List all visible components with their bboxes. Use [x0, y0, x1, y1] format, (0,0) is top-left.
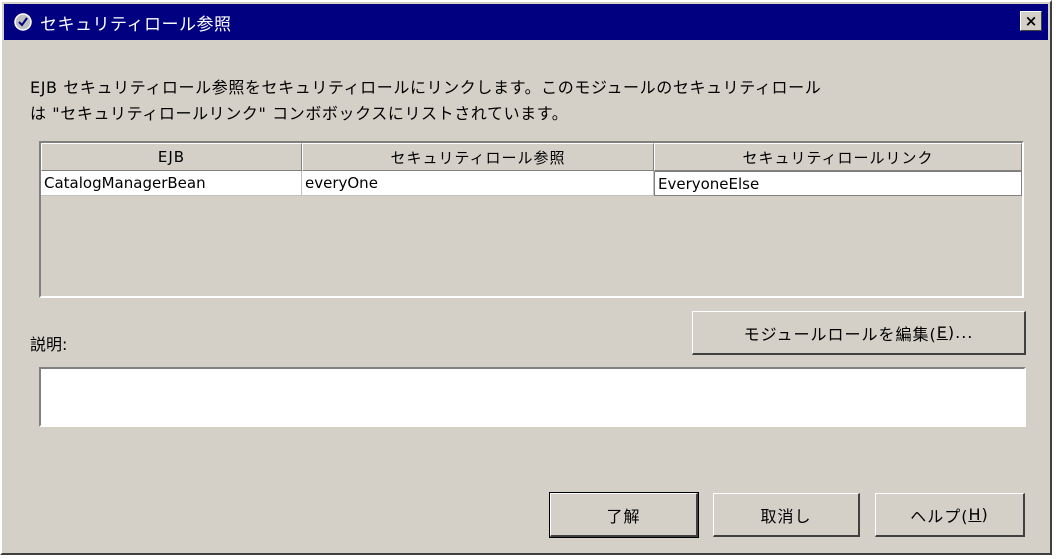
edit-mnemonic: E — [936, 323, 948, 342]
cancel-button[interactable]: 取消し — [713, 493, 860, 537]
description-field[interactable] — [39, 367, 1026, 427]
help-button[interactable]: ヘルプ(H) — [875, 493, 1025, 537]
column-header-role-reference[interactable]: セキュリティロール参照 — [302, 143, 654, 171]
ok-button[interactable]: 了解 — [549, 492, 699, 538]
table-row[interactable]: CatalogManagerBean everyOne EveryoneElse — [41, 171, 1022, 196]
description-label: 説明: — [30, 335, 68, 354]
edit-module-roles-button[interactable]: モジュールロールを編集(E)... — [692, 311, 1026, 355]
role-reference-table: EJB セキュリティロール参照 セキュリティロールリンク CatalogMana… — [39, 141, 1024, 298]
edit-module-roles-label: モジュールロールを編集( — [743, 324, 937, 344]
close-button[interactable]: × — [1020, 11, 1042, 31]
instruction-text: EJB セキュリティロール参照をセキュリティロールにリンクします。このモジュール… — [30, 75, 1030, 127]
column-header-ejb[interactable]: EJB — [41, 143, 302, 171]
help-mnemonic: H — [968, 505, 982, 524]
role-link-combobox[interactable]: EveryoneElse — [654, 171, 1022, 196]
instruction-line-2: は "セキュリティロールリンク" コンボボックスにリストされています。 — [30, 104, 569, 123]
title-bar[interactable]: セキュリティロール参照 × — [4, 4, 1048, 40]
close-icon: × — [1024, 11, 1038, 30]
column-header-role-link[interactable]: セキュリティロールリンク — [654, 143, 1022, 171]
help-label: ヘルプ( — [910, 506, 969, 526]
window-title: セキュリティロール参照 — [40, 14, 232, 35]
cell-role-reference[interactable]: everyOne — [302, 171, 654, 196]
instruction-line-1: EJB セキュリティロール参照をセキュリティロールにリンクします。このモジュール… — [30, 78, 822, 97]
cell-ejb[interactable]: CatalogManagerBean — [41, 171, 302, 196]
app-icon — [12, 11, 34, 33]
help-suffix: ) — [981, 505, 989, 524]
edit-module-roles-suffix: )... — [947, 323, 974, 342]
security-role-reference-dialog: セキュリティロール参照 × EJB セキュリティロール参照をセキュリティロールに… — [0, 0, 1052, 555]
table-header: EJB セキュリティロール参照 セキュリティロールリンク — [41, 143, 1022, 171]
